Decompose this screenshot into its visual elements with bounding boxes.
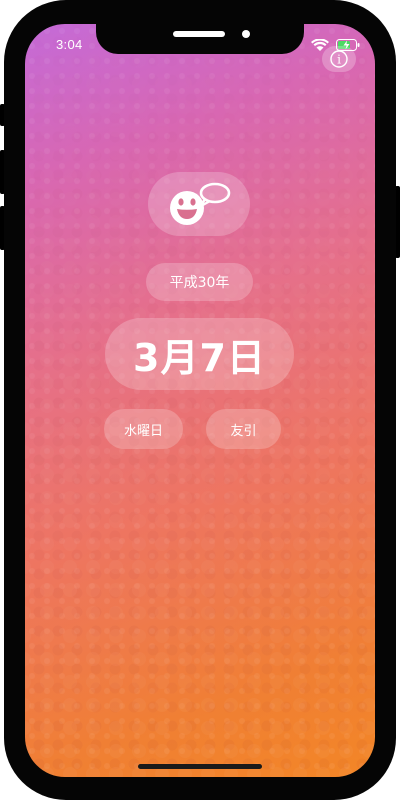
weekday-label[interactable]: 水曜日 — [104, 409, 183, 449]
info-icon: i — [330, 50, 348, 68]
notch — [96, 24, 304, 54]
app-icon-pill[interactable] — [148, 172, 250, 236]
smiley-speech-bubble-icon — [170, 182, 231, 225]
era-year-label[interactable]: 平成30年 — [146, 263, 253, 301]
svg-text:i: i — [337, 53, 341, 67]
speaker-grille — [173, 31, 225, 37]
home-indicator[interactable] — [138, 764, 262, 769]
date-label[interactable]: 3月7日 — [105, 318, 294, 390]
rokuyo-label[interactable]: 友引 — [206, 409, 281, 449]
phone-device: 3:04 i 平成30年 3月7日 水曜日 友引 — [0, 0, 400, 800]
screen — [25, 24, 375, 777]
front-camera — [242, 30, 250, 38]
dot-pattern-background — [25, 24, 375, 777]
info-button[interactable]: i — [322, 46, 356, 72]
status-time: 3:04 — [56, 37, 83, 52]
